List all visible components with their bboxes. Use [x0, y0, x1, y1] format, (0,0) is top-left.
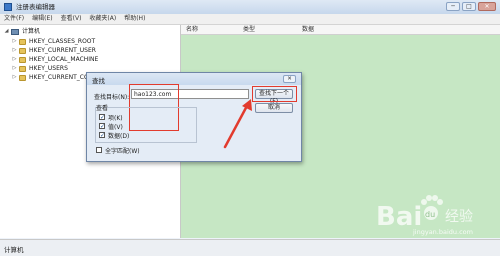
title-bar[interactable]: 注册表编辑器 ─ □ ✕	[0, 0, 500, 15]
dialog-close-button[interactable]: ✕	[283, 75, 296, 83]
folder-icon	[19, 74, 26, 81]
menu-help[interactable]: 帮助(H)	[120, 14, 149, 24]
cancel-button[interactable]: 取消	[255, 103, 293, 113]
find-dialog: 查找 ✕ 查找目标(N): 查找下一个(F) 取消 查看 ✓ 项(K) ✓ 值(…	[86, 72, 302, 162]
status-bar: 计算机	[0, 239, 500, 256]
expand-icon[interactable]: ▷	[12, 46, 17, 55]
checkbox-keys[interactable]: ✓	[99, 114, 105, 121]
checkbox-values[interactable]: ✓	[99, 123, 105, 130]
tree-item-hkcr[interactable]: ▷ HKEY_CLASSES_ROOT	[12, 37, 96, 46]
tree-item-label: HKEY_CLASSES_ROOT	[29, 38, 96, 45]
dialog-title-bar[interactable]: 查找 ✕	[87, 73, 301, 85]
red-arrow-annotation	[223, 99, 252, 149]
status-path: 计算机	[4, 246, 24, 254]
tree-item-label: HKEY_CURRENT_USER	[29, 47, 96, 54]
maximize-button[interactable]: □	[462, 2, 476, 11]
folder-icon	[19, 65, 26, 72]
watermark-paw-text: du	[425, 210, 435, 219]
paw-icon: du	[421, 195, 443, 220]
option-values-label: 值(V)	[108, 123, 123, 131]
option-keys[interactable]: ✓ 项(K)	[99, 113, 123, 122]
computer-icon	[11, 28, 19, 35]
expand-icon[interactable]: ▷	[12, 55, 17, 64]
folder-icon	[19, 38, 26, 45]
watermark-suffix: 经验	[445, 209, 473, 225]
checkbox-data[interactable]: ✓	[99, 132, 105, 139]
menu-view[interactable]: 查看(V)	[57, 14, 86, 24]
window-controls: ─ □ ✕	[446, 2, 496, 11]
option-keys-label: 项(K)	[108, 114, 123, 122]
regedit-window: 注册表编辑器 ─ □ ✕ 文件(F) 编辑(E) 查看(V) 收藏夹(A) 帮助…	[0, 0, 500, 256]
close-button[interactable]: ✕	[478, 2, 496, 11]
tree-item-computer[interactable]: ◢ 计算机	[4, 27, 40, 36]
dialog-title: 查找	[92, 77, 105, 85]
tree-item-hkcc[interactable]: ▷ HKEY_CURRENT_CO	[12, 73, 89, 82]
option-match-whole-label: 全字匹配(W)	[105, 147, 140, 155]
expand-icon[interactable]: ▷	[12, 73, 17, 82]
menu-bar: 文件(F) 编辑(E) 查看(V) 收藏夹(A) 帮助(H)	[0, 14, 500, 25]
folder-icon	[19, 56, 26, 63]
regedit-icon	[4, 3, 12, 11]
window-title: 注册表编辑器	[16, 3, 55, 11]
checkbox-match-whole[interactable]	[96, 147, 102, 153]
highlight-box-find-next	[252, 86, 297, 102]
tree-item-label: 计算机	[22, 28, 41, 35]
option-data[interactable]: ✓ 数据(D)	[99, 131, 130, 140]
option-values[interactable]: ✓ 值(V)	[99, 122, 123, 131]
tree-item-label: HKEY_CURRENT_CO	[29, 74, 89, 81]
tree-item-hkcu[interactable]: ▷ HKEY_CURRENT_USER	[12, 46, 96, 55]
menu-edit[interactable]: 编辑(E)	[28, 14, 56, 24]
find-label: 查找目标(N):	[94, 94, 130, 101]
tree-item-hku[interactable]: ▷ HKEY_USERS	[12, 64, 68, 73]
look-at-label: 查看	[96, 105, 109, 112]
collapse-icon[interactable]: ◢	[4, 27, 9, 36]
option-data-label: 数据(D)	[108, 132, 130, 140]
expand-icon[interactable]: ▷	[12, 64, 17, 73]
folder-icon	[19, 47, 26, 54]
option-match-whole[interactable]: 全字匹配(W)	[96, 146, 140, 155]
tree-item-label: HKEY_LOCAL_MACHINE	[29, 56, 99, 63]
tree-item-hklm[interactable]: ▷ HKEY_LOCAL_MACHINE	[12, 55, 99, 64]
menu-favorites[interactable]: 收藏夹(A)	[85, 14, 120, 24]
minimize-button[interactable]: ─	[446, 2, 460, 11]
menu-file[interactable]: 文件(F)	[0, 14, 28, 24]
watermark-url: jingyan.baidu.com	[412, 228, 473, 236]
tree-item-label: HKEY_USERS	[29, 65, 68, 72]
expand-icon[interactable]: ▷	[12, 37, 17, 46]
